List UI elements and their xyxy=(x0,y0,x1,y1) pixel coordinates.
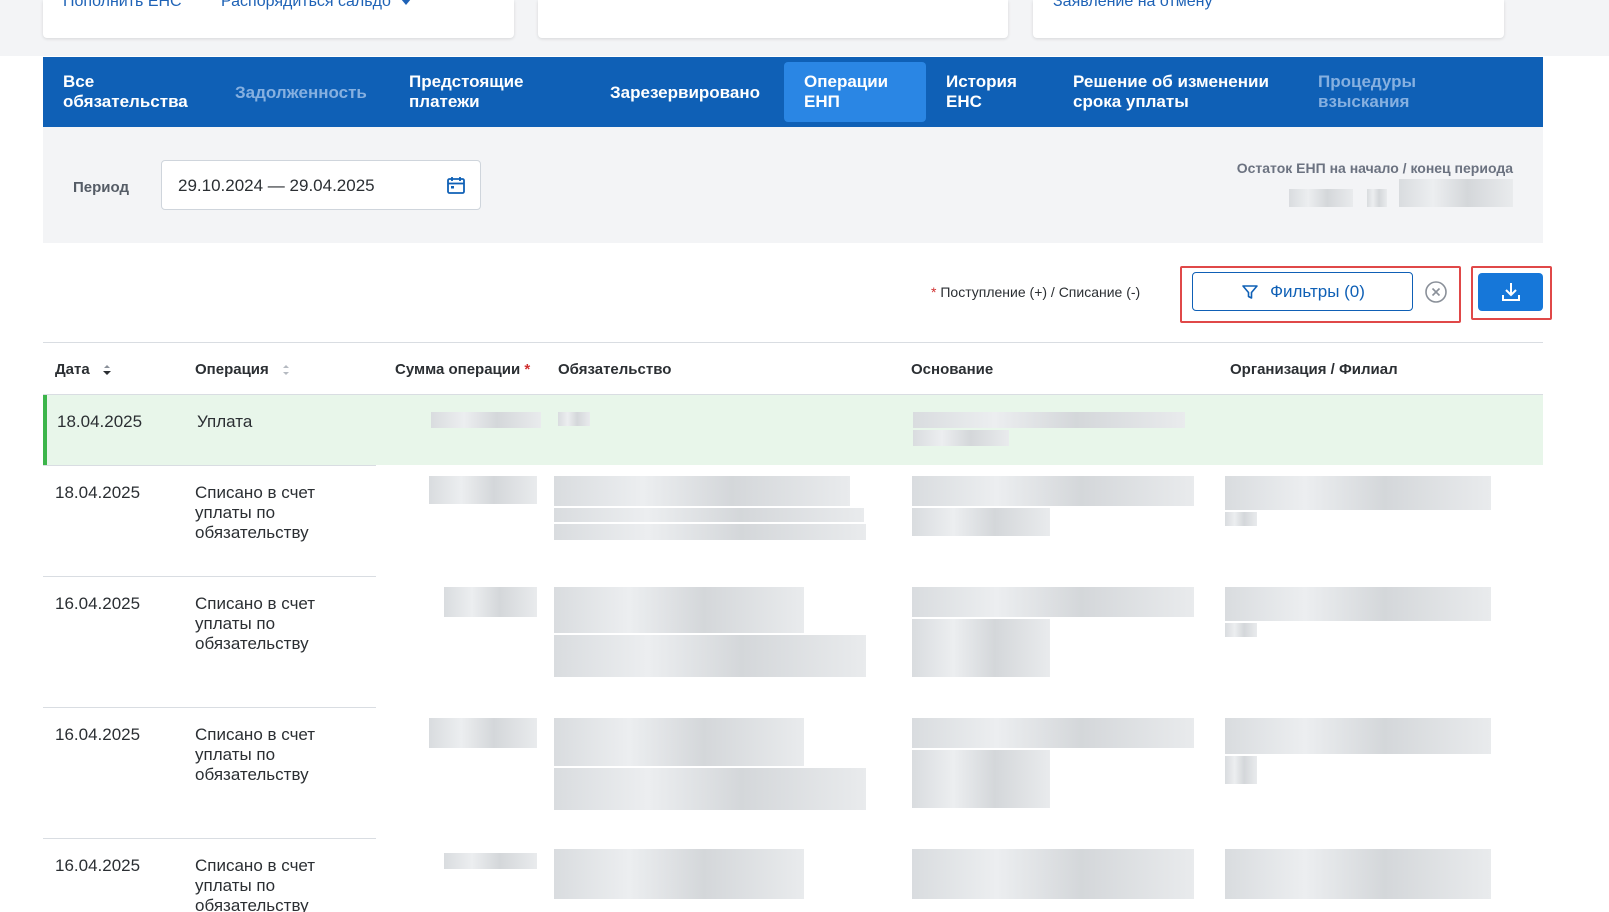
tab-payment-term-decision[interactable]: Решение об изменении срока уплаты xyxy=(1053,62,1289,122)
row-basis-redacted xyxy=(913,412,1185,428)
column-obligation: Обязательство xyxy=(558,361,672,378)
balance-separator-redacted xyxy=(1367,189,1387,207)
download-button[interactable] xyxy=(1478,273,1543,311)
sort-desc-icon[interactable] xyxy=(102,363,112,377)
row-amount-redacted xyxy=(431,412,541,428)
table-row[interactable]: 18.04.2025 Списано в счет уплаты по обяз… xyxy=(43,466,1543,576)
tab-bar: Все обязательства Задолженность Предстоя… xyxy=(43,57,1543,127)
row-organization-redacted xyxy=(1225,623,1257,637)
calendar-icon[interactable] xyxy=(446,175,466,195)
column-amount: Сумма операции * xyxy=(395,361,531,378)
row-obligation-redacted xyxy=(554,524,866,540)
sort-icon[interactable] xyxy=(281,363,291,377)
row-obligation-redacted xyxy=(554,635,866,677)
tab-reserved[interactable]: Зарезервировано xyxy=(590,62,780,122)
row-amount-redacted xyxy=(429,718,537,748)
row-basis-redacted xyxy=(912,718,1194,748)
middle-card xyxy=(538,0,1008,38)
filter-icon xyxy=(1242,284,1258,299)
row-amount-redacted xyxy=(429,476,537,504)
tab-upcoming-payments[interactable]: Предстоящие платежи xyxy=(389,62,544,122)
row-obligation-redacted xyxy=(554,587,804,633)
row-amount-redacted xyxy=(444,853,537,869)
row-obligation-redacted xyxy=(554,508,864,522)
row-obligation-redacted xyxy=(554,768,866,810)
manage-balance-link[interactable]: Распорядиться сальдо xyxy=(221,0,411,11)
row-date: 18.04.2025 xyxy=(57,412,143,431)
column-operation[interactable]: Операция xyxy=(195,361,291,378)
filters-button-label: Фильтры (0) xyxy=(1270,281,1365,301)
legend-note: * Поступление (+) / Списание (-) xyxy=(931,284,1141,300)
row-operation: Списано в счет уплаты по обязательству xyxy=(195,594,316,653)
row-basis-redacted xyxy=(912,619,1050,677)
row-basis-redacted xyxy=(912,476,1194,506)
row-basis-redacted xyxy=(912,587,1194,617)
row-operation: Списано в счет уплаты по обязательству xyxy=(195,856,316,912)
row-organization-redacted xyxy=(1225,756,1257,784)
row-operation: Уплата xyxy=(197,412,253,431)
row-amount-redacted xyxy=(444,587,537,617)
top-up-ens-link[interactable]: Пополнить ЕНС xyxy=(63,0,182,11)
row-basis-redacted xyxy=(913,430,1009,446)
table-row[interactable]: 18.04.2025 Уплата xyxy=(43,395,1543,465)
tab-all-obligations[interactable]: Все обязательства xyxy=(43,62,208,122)
column-basis: Основание xyxy=(911,361,994,378)
row-organization-redacted xyxy=(1225,512,1257,526)
tab-debt: Задолженность xyxy=(235,83,367,102)
balance-label: Остаток ЕНП на начало / конец периода xyxy=(1236,160,1513,176)
filters-button[interactable]: Фильтры (0) xyxy=(1192,272,1413,311)
row-date: 16.04.2025 xyxy=(55,856,141,875)
balance-start-value-redacted xyxy=(1289,189,1353,207)
row-operation: Списано в счет уплаты по обязательству xyxy=(195,725,316,784)
row-organization-redacted xyxy=(1225,718,1491,754)
row-obligation-redacted xyxy=(554,718,804,766)
row-basis-redacted xyxy=(912,508,1050,536)
row-obligation-redacted xyxy=(554,476,850,506)
row-basis-redacted xyxy=(912,849,1194,899)
column-organization: Организация / Филиал xyxy=(1230,361,1398,378)
row-date: 16.04.2025 xyxy=(55,725,141,744)
row-organization-redacted xyxy=(1225,476,1491,510)
download-icon xyxy=(1501,283,1520,301)
period-date-range-value: 29.10.2024 — 29.04.2025 xyxy=(178,176,375,195)
table-row[interactable]: 16.04.2025 Списано в счет уплаты по обяз… xyxy=(43,577,1543,707)
table-header: Дата Операция Сумма операции * Обязатель… xyxy=(43,342,1543,395)
row-organization-redacted xyxy=(1225,849,1491,899)
row-operation: Списано в счет уплаты по обязательству xyxy=(195,483,316,542)
tab-enp-operations[interactable]: Операции ЕНП xyxy=(784,62,926,122)
row-date: 16.04.2025 xyxy=(55,594,141,613)
row-basis-redacted xyxy=(912,750,1050,808)
period-label: Период xyxy=(73,179,129,196)
application-card: Заявление на отмену xyxy=(1033,0,1504,38)
table-row[interactable]: 16.04.2025 Списано в счет уплаты по обяз… xyxy=(43,839,1543,912)
column-date[interactable]: Дата xyxy=(55,361,112,378)
tab-ens-history[interactable]: История ЕНС xyxy=(926,62,1037,122)
period-panel: Период 29.10.2024 — 29.04.2025 Остаток Е… xyxy=(43,127,1543,243)
row-organization-redacted xyxy=(1225,587,1491,621)
tab-recovery-procedures: Процедуры взыскания xyxy=(1318,72,1417,111)
balance-end-value-redacted xyxy=(1399,179,1513,207)
cancel-application-link[interactable]: Заявление на отмену xyxy=(1053,0,1213,11)
row-obligation-redacted xyxy=(554,849,804,899)
clear-filters-icon[interactable] xyxy=(1424,280,1448,304)
table-row[interactable]: 16.04.2025 Списано в счет уплаты по обяз… xyxy=(43,708,1543,838)
ens-actions-card: Пополнить ЕНС Распорядиться сальдо xyxy=(43,0,514,38)
row-obligation-redacted xyxy=(558,412,590,426)
row-date: 18.04.2025 xyxy=(55,483,141,502)
chevron-down-icon xyxy=(400,0,411,5)
period-date-range-input[interactable]: 29.10.2024 — 29.04.2025 xyxy=(161,160,481,210)
